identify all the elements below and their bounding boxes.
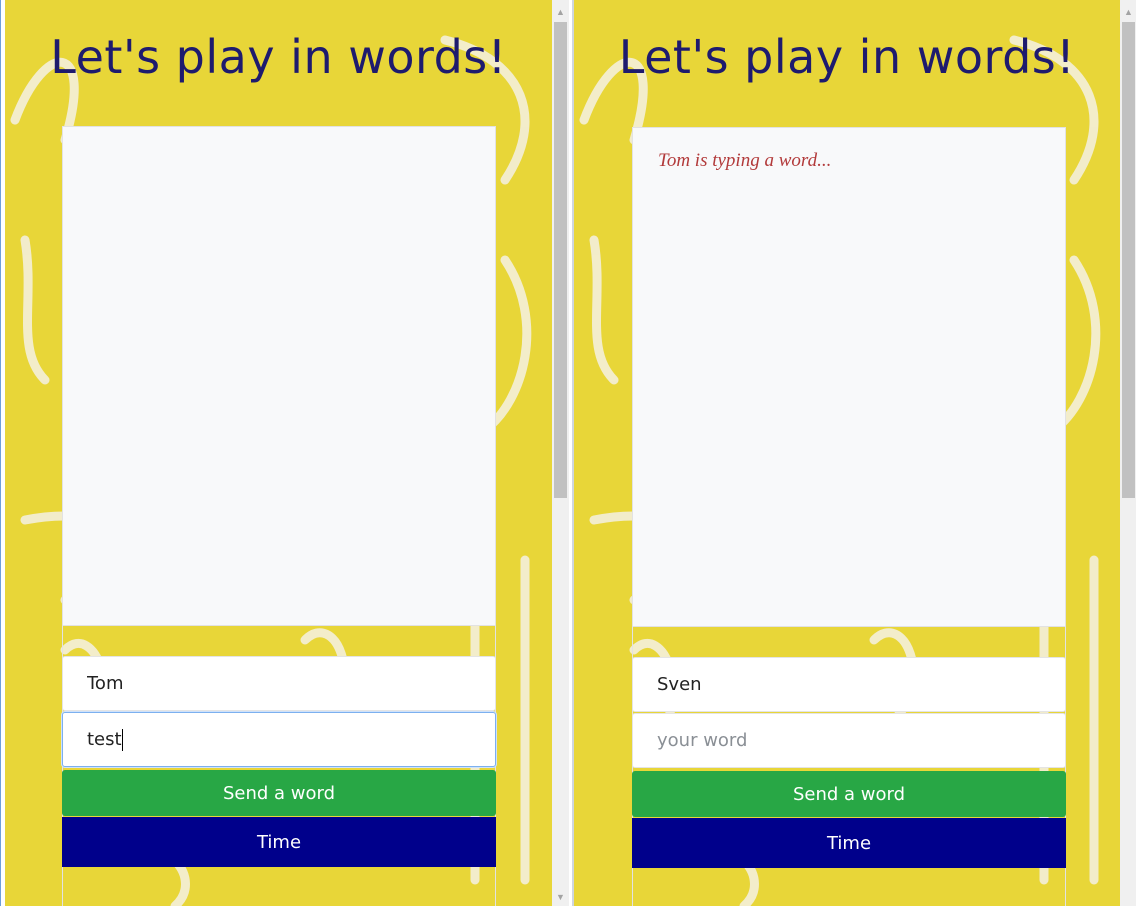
send-word-button[interactable]: Send a word — [62, 770, 496, 816]
scrollbar-thumb[interactable] — [1122, 22, 1135, 498]
time-button[interactable]: Time — [62, 817, 496, 867]
word-input-value: test — [87, 729, 122, 750]
browser-window-right: Let's play in words! Tom is typing a wor… — [572, 0, 1136, 906]
scrollbar-thumb[interactable] — [554, 22, 567, 498]
typing-indicator: Tom is typing a word... — [658, 150, 832, 171]
name-input[interactable] — [62, 656, 496, 711]
page-viewport: Let's play in words! test Send a word Ti… — [5, 0, 552, 906]
triangle-up-icon[interactable]: ▲ — [1120, 4, 1136, 21]
name-input[interactable] — [632, 657, 1066, 712]
page-viewport: Let's play in words! Tom is typing a wor… — [574, 0, 1120, 906]
vertical-scrollbar[interactable]: ▲ ▼ — [552, 0, 569, 906]
page-title: Let's play in words! — [618, 30, 1076, 84]
messages-area — [62, 126, 496, 626]
messages-area: Tom is typing a word... — [632, 127, 1066, 627]
vertical-scrollbar[interactable]: ▲ — [1120, 0, 1136, 906]
time-button[interactable]: Time — [632, 818, 1066, 868]
browser-window-left: Let's play in words! test Send a word Ti… — [0, 0, 572, 906]
triangle-down-icon[interactable]: ▼ — [552, 889, 569, 906]
send-word-button[interactable]: Send a word — [632, 771, 1066, 817]
word-input[interactable]: test — [62, 712, 496, 767]
word-input[interactable] — [632, 713, 1066, 768]
triangle-up-icon[interactable]: ▲ — [552, 4, 569, 21]
page-title: Let's play in words! — [50, 30, 507, 84]
text-cursor — [121, 729, 123, 751]
